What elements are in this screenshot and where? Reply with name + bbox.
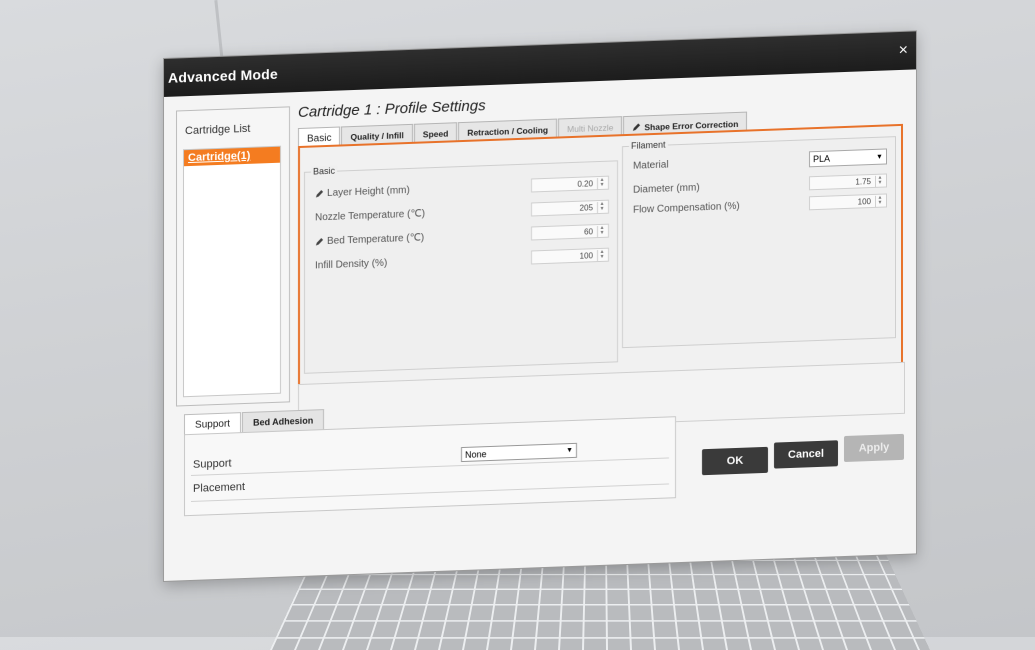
material-value: PLA: [813, 153, 831, 165]
cartridge-list-panel: Cartridge List Cartridge(1): [176, 106, 290, 407]
chevron-down-icon: ▼: [566, 446, 573, 455]
nozzle-temperature-row: Nozzle Temperature (℃) 205 ▲ ▼: [315, 198, 609, 227]
nozzle-temperature-value: 205: [579, 202, 593, 213]
support-select[interactable]: None ▼: [461, 442, 577, 463]
support-panel: Support Placement None ▼: [184, 416, 676, 517]
diameter-value: 1.75: [855, 176, 871, 187]
pencil-icon: [315, 189, 324, 198]
material-row: Material PLA ▼: [633, 147, 887, 174]
flow-compensation-spinbox[interactable]: 100 ▲ ▼: [809, 193, 887, 211]
pencil-icon: [632, 122, 641, 131]
window-title: Advanced Mode: [168, 65, 278, 86]
flow-compensation-value: 100: [857, 196, 871, 207]
support-label: Support: [193, 457, 232, 471]
title-bar: Advanced Mode ×: [164, 31, 916, 97]
layer-height-spinbox[interactable]: 0.20 ▲ ▼: [531, 175, 609, 193]
layer-height-text: Layer Height (mm): [327, 184, 410, 199]
infill-density-value: 100: [579, 250, 593, 261]
layer-height-row: Layer Height (mm) 0.20 ▲ ▼: [315, 174, 609, 203]
spin-arrows-icon[interactable]: ▲ ▼: [597, 248, 606, 261]
spin-arrows-icon[interactable]: ▲ ▼: [875, 194, 884, 207]
infill-density-spinbox[interactable]: 100 ▲ ▼: [531, 247, 609, 265]
flow-compensation-label: Flow Compensation (%): [633, 200, 740, 216]
profile-title: Cartridge 1 : Profile Settings: [298, 97, 486, 122]
apply-button[interactable]: Apply: [844, 433, 904, 463]
basic-settings-panel: Basic Layer Height (mm) 0.20 ▲ ▼ Nozzle Te…: [298, 123, 903, 391]
spin-arrows-icon[interactable]: ▲ ▼: [597, 224, 606, 237]
infill-density-row: Infill Density (%) 100 ▲ ▼: [315, 246, 609, 275]
cancel-button[interactable]: Cancel: [774, 440, 838, 469]
nozzle-temperature-label: Nozzle Temperature (℃): [315, 207, 425, 223]
bed-temperature-label: Bed Temperature (℃): [315, 232, 424, 247]
material-label: Material: [633, 158, 669, 172]
bed-temperature-spinbox[interactable]: 60 ▲ ▼: [531, 223, 609, 241]
cartridge-list: Cartridge(1): [183, 145, 281, 398]
infill-density-label: Infill Density (%): [315, 257, 388, 271]
basic-group-label: Basic: [311, 165, 338, 177]
filament-group-label: Filament: [629, 139, 668, 151]
divider: [191, 457, 669, 476]
ok-button[interactable]: OK: [702, 446, 768, 476]
support-select-value: None: [465, 448, 487, 460]
bed-temperature-row: Bed Temperature (℃) 60 ▲ ▼: [315, 222, 609, 251]
diameter-label: Diameter (mm): [633, 181, 700, 196]
cartridge-list-header: Cartridge List: [185, 122, 251, 138]
layer-height-label: Layer Height (mm): [315, 184, 410, 198]
divider: [191, 483, 669, 502]
spin-arrows-icon[interactable]: ▲ ▼: [597, 176, 606, 189]
layer-height-value: 0.20: [577, 178, 593, 189]
filament-group: Filament Material PLA ▼ Diameter (mm) 1.…: [622, 136, 896, 349]
diameter-spinbox[interactable]: 1.75 ▲ ▼: [809, 173, 887, 191]
spin-arrows-icon[interactable]: ▲ ▼: [597, 200, 606, 213]
material-select[interactable]: PLA ▼: [809, 148, 887, 168]
cartridge-item[interactable]: Cartridge(1): [184, 146, 280, 167]
chevron-down-icon: ▼: [876, 153, 883, 161]
bed-temperature-text: Bed Temperature (℃): [327, 231, 425, 247]
nozzle-temperature-spinbox[interactable]: 205 ▲ ▼: [531, 199, 609, 217]
placement-label: Placement: [193, 480, 245, 495]
bed-temperature-value: 60: [584, 226, 593, 237]
advanced-mode-dialog: Advanced Mode × Cartridge List Cartridge…: [163, 30, 917, 583]
basic-group: Basic Layer Height (mm) 0.20 ▲ ▼ Nozzle Te…: [304, 160, 618, 374]
close-icon[interactable]: ×: [899, 42, 908, 60]
pencil-icon: [315, 237, 324, 246]
spin-arrows-icon[interactable]: ▲ ▼: [875, 174, 884, 187]
